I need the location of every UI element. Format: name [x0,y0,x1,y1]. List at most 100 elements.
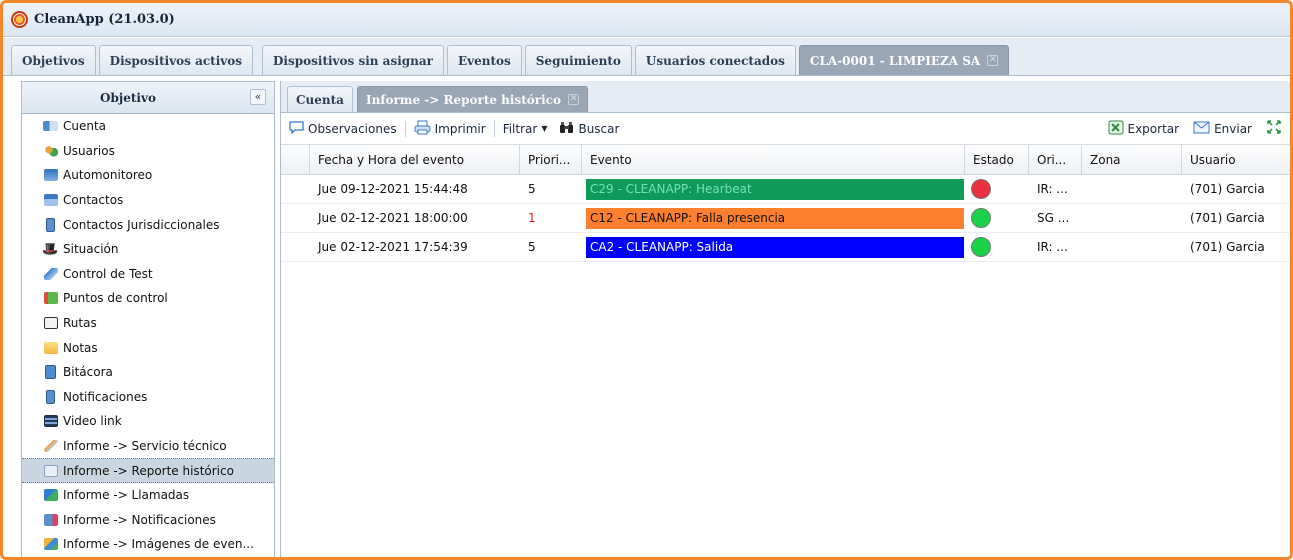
status-indicator-icon [971,179,991,199]
column-header-usuario[interactable]: Usuario [1182,145,1289,174]
cell-usuario: (701) Garcia [1190,211,1265,225]
row-select-cell[interactable] [281,204,310,232]
collapse-sidebar-button[interactable]: « [250,89,266,105]
tab-label: Dispositivos activos [109,53,243,68]
cell-fecha: Jue 02-12-2021 18:00:00 [318,211,468,225]
sidebar-item-puntos-de-control[interactable]: Puntos de control [22,286,274,311]
sidebar-item-notas[interactable]: Notas [22,335,274,360]
close-tab-icon[interactable]: ✕ [567,94,579,105]
row-select-cell[interactable] [281,233,310,261]
tab-reporte-historico[interactable]: Informe -> Reporte histórico ✕ [356,86,588,112]
sidebar-item-label: Contactos Jurisdiccionales [63,217,220,232]
column-header-fecha[interactable]: Fecha y Hora del evento [310,145,520,174]
cell-prioridad: 5 [528,240,536,254]
tab-label: Seguimiento [535,53,621,68]
column-header-estado[interactable]: Estado [965,145,1029,174]
title-bar: CleanApp (21.03.0) [3,3,1290,37]
sidebar-item-informe-servicio-tecnico[interactable]: Informe -> Servicio técnico [22,434,274,459]
tab-cuenta[interactable]: Cuenta [287,86,353,112]
sidebar-item-label: Informe -> Reporte histórico [63,463,234,478]
sidebar-item-contactos[interactable]: Contactos [22,188,274,213]
sidebar-item-notificaciones[interactable]: Notificaciones [22,385,274,410]
cell-zona [1082,204,1182,232]
sidebar-item-informe-notificaciones[interactable]: Informe -> Notificaciones [22,508,274,533]
exportar-button[interactable]: Exportar [1108,120,1180,138]
tab-label: Informe -> Reporte histórico [365,92,561,107]
sidebar-item-label: Video link [63,414,122,429]
tab-seguimiento[interactable]: Seguimiento [524,45,632,75]
cell-evento: C12 - CLEANAPP: Falla presencia [582,204,965,232]
sidebar-item-label: Notificaciones [63,389,148,404]
tab-objetivos[interactable]: Objetivos [11,45,96,75]
notifications-report-icon [42,512,59,527]
tab-label: Dispositivos sin asignar [273,53,433,68]
row-select-header [281,145,310,174]
exportar-label: Exportar [1127,121,1180,136]
cell-usuario: (701) Garcia [1190,240,1265,254]
row-select-cell[interactable] [281,175,310,203]
tab-cla-0001[interactable]: CLA-0001 - LIMPIEZA SA ✕ [798,45,1010,75]
test-control-icon [42,266,59,281]
filtrar-label: Filtrar [502,121,538,136]
close-tab-icon[interactable]: ✕ [987,55,999,66]
column-header-zona[interactable]: Zona [1082,145,1182,174]
sidebar-item-control-de-test[interactable]: Control de Test [22,262,274,287]
observaciones-button[interactable]: Observaciones [289,120,397,137]
tab-label: Cuenta [296,92,344,107]
cell-estado [965,233,1029,261]
app-logo-icon [11,11,28,28]
expand-arrows-icon [1266,119,1282,138]
binoculars-icon [559,121,574,137]
speech-bubble-icon [289,120,304,137]
maximize-button[interactable] [1266,119,1282,138]
buscar-button[interactable]: Buscar [559,121,619,137]
binoculars-icon: 🎩 [42,241,59,257]
sidebar-item-label: Informe -> Servicio técnico [63,439,227,454]
jurisdictional-contacts-icon [42,217,59,232]
sidebar-item-situacion[interactable]: 🎩 Situación [22,237,274,262]
tab-eventos[interactable]: Eventos [446,45,522,75]
cell-zona [1082,233,1182,261]
sidebar-item-video-link[interactable]: Video link [22,409,274,434]
table-row[interactable]: Jue 09-12-2021 15:44:48 5 C29 - CLEANAPP: … [281,175,1290,204]
excel-export-icon [1108,120,1124,138]
event-label: C12 - CLEANAPP: Falla presencia [586,207,964,229]
grid-body: Jue 09-12-2021 15:44:48 5 C29 - CLEANAPP: … [281,175,1290,262]
imprimir-button[interactable]: Imprimir [414,120,486,138]
tab-dispositivos-activos[interactable]: Dispositivos activos [98,45,254,75]
table-row[interactable]: Jue 02-12-2021 17:54:39 5 CA2 - CLEANAPP: … [281,233,1290,262]
status-indicator-icon [971,208,991,228]
sidebar-item-label: Informe -> Imágenes de even... [63,537,254,552]
toolbar-separator [404,120,406,137]
tab-usuarios-conectados[interactable]: Usuarios conectados [634,45,796,75]
sidebar-item-cuenta[interactable]: Cuenta [22,114,274,139]
sidebar-item-bitacora[interactable]: Bitácora [22,360,274,385]
filtrar-dropdown[interactable]: Filtrar ▼ [503,122,548,136]
sidebar-item-informe-llamadas[interactable]: Informe -> Llamadas [22,483,274,508]
cell-estado [965,204,1029,232]
notifications-icon [42,389,59,404]
enviar-button[interactable]: Enviar [1193,121,1252,137]
tab-label: Objetivos [22,53,85,68]
column-header-origen[interactable]: Ori... [1029,145,1082,174]
column-header-prioridad[interactable]: Priori... [520,145,582,174]
imprimir-label: Imprimir [434,121,486,136]
table-row[interactable]: Jue 02-12-2021 18:00:00 1 C12 - CLEANAPP: … [281,204,1290,233]
users-icon [42,143,59,158]
tab-dispositivos-sin-asignar[interactable]: Dispositivos sin asignar [262,45,444,75]
chevron-down-icon: ▼ [541,124,548,133]
sidebar-item-rutas[interactable]: Rutas [22,311,274,336]
sidebar-item-informe-imagenes[interactable]: Informe -> Imágenes de even... [22,532,274,557]
sidebar-title: Objetivo [100,90,156,105]
video-film-icon [42,414,59,429]
contacts-icon [42,193,59,208]
sidebar-item-label: Situación [63,242,119,257]
sidebar-item-automonitoreo[interactable]: Automonitoreo [22,163,274,188]
app-window: CleanApp (21.03.0) Objetivos Dispositivo… [0,0,1293,560]
sidebar-item-informe-reporte-historico[interactable]: Informe -> Reporte histórico [22,458,274,483]
sidebar-item-contactos-jurisdiccionales[interactable]: Contactos Jurisdiccionales [22,212,274,237]
cell-evento: CA2 - CLEANAPP: Salida [582,233,965,261]
self-monitoring-icon [42,168,59,183]
column-header-evento[interactable]: Evento [582,145,965,174]
sidebar-item-usuarios[interactable]: Usuarios [22,139,274,164]
